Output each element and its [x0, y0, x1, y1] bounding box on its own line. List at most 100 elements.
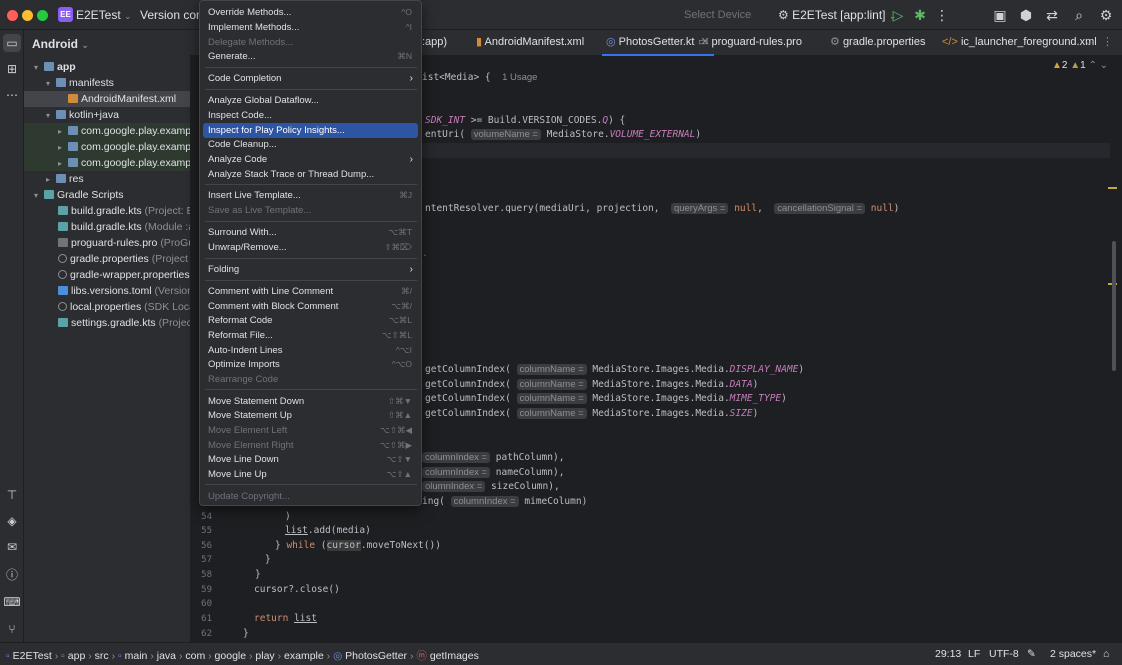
code-style-icon[interactable]: ✎	[1027, 648, 1036, 660]
minimize-window-button[interactable]	[22, 10, 33, 21]
search-icon[interactable]: ⌕	[1070, 6, 1088, 24]
breadcrumb-item[interactable]: E2ETest	[13, 650, 52, 662]
chevron-up-icon[interactable]: ⌃	[1089, 60, 1097, 71]
tree-item-res[interactable]: ▸ res	[24, 171, 190, 187]
tab-overflow-icon[interactable]: ⌄	[1084, 30, 1093, 56]
settings-icon[interactable]: ⚙	[1097, 6, 1115, 24]
breadcrumb-item[interactable]: src	[95, 650, 109, 662]
inspection-widget[interactable]: ▲2 ▲1 ⌃ ⌄	[1052, 60, 1108, 71]
usages-hint[interactable]: 1 Usage	[502, 72, 537, 83]
menu-item-optimize-imports[interactable]: Optimize Imports ^⌥O	[203, 357, 418, 372]
tree-item-androidmanifest[interactable]: AndroidManifest.xml	[24, 91, 190, 107]
menu-item-auto-indent[interactable]: Auto-Indent Lines ^⌥I	[203, 343, 418, 358]
menu-item-line-comment[interactable]: Comment with Line Comment ⌘/	[203, 284, 418, 299]
menu-item-folding[interactable]: Folding ›	[203, 262, 418, 277]
tree-item-app[interactable]: ▾ app	[24, 59, 190, 75]
menu-item-analyze-code[interactable]: Analyze Code ›	[203, 152, 418, 167]
menu-item-reformat-file[interactable]: Reformat File... ⌥⇧⌘L	[203, 328, 418, 343]
menu-item-insert-live-template[interactable]: Insert Live Template... ⌘J	[203, 188, 418, 203]
vertical-scrollbar[interactable]	[1112, 241, 1116, 371]
tree-item-build-gradle-module[interactable]: build.gradle.kts (Module :app	[24, 219, 190, 235]
tree-item-package[interactable]: ▸ com.google.play.example	[24, 155, 190, 171]
breadcrumb-item[interactable]: main	[125, 650, 148, 662]
sdk-manager-icon[interactable]: ⬢	[1017, 6, 1035, 24]
tree-item-kotlin-java[interactable]: ▾ kotlin+java	[24, 107, 190, 123]
tree-item-gradle-properties[interactable]: gradle.properties (Project Pr	[24, 251, 190, 267]
menu-item-block-comment[interactable]: Comment with Block Comment ⌥⌘/	[203, 299, 418, 314]
project-tool-icon[interactable]: ▭	[3, 34, 21, 52]
tree-item-libs-versions[interactable]: libs.versions.toml (Version Ca	[24, 283, 190, 299]
breadcrumb-item[interactable]: app	[68, 650, 86, 662]
build-variants-icon[interactable]: ⊤	[3, 486, 21, 504]
terminal-icon[interactable]: ⌨	[3, 593, 21, 611]
indent-setting[interactable]: 2 spaces*	[1050, 648, 1096, 660]
close-window-button[interactable]	[7, 10, 18, 21]
menu-item-move-line-down[interactable]: Move Line Down ⌥⇧▼	[203, 452, 418, 467]
tab-gradle-properties[interactable]: ⚙ gradle.properties	[830, 30, 926, 56]
line-separator[interactable]: LF	[968, 648, 980, 660]
run-configuration-selector[interactable]: ⚙ E2ETest [app:lint] ⌄	[778, 8, 896, 22]
more-actions-icon[interactable]: ⋮	[933, 6, 951, 24]
tab-androidmanifest[interactable]: ▮ AndroidManifest.xml	[476, 30, 584, 56]
device-selector[interactable]: Select Device	[684, 9, 751, 21]
structure-tool-icon[interactable]: ⊞	[3, 60, 21, 78]
menu-item-inspect-code[interactable]: Inspect Code...	[203, 108, 418, 123]
menu-item-unwrap-remove[interactable]: Unwrap/Remove... ⇧⌘⌦	[203, 240, 418, 255]
menu-item-move-statement-down[interactable]: Move Statement Down ⇧⌘▼	[203, 394, 418, 409]
submenu-arrow-icon: ›	[409, 154, 413, 165]
breadcrumb-item[interactable]: com	[185, 650, 205, 662]
breadcrumb-item[interactable]: java	[157, 650, 176, 662]
version-control-widget[interactable]: Version control	[140, 8, 200, 22]
tab-proguard[interactable]: ▭ proguard-rules.pro	[698, 30, 802, 56]
menu-item-code-cleanup[interactable]: Code Cleanup...	[203, 137, 418, 152]
tab-more-icon[interactable]: ⋮	[1102, 30, 1113, 56]
gradle-tool-icon[interactable]: ◈	[3, 512, 21, 530]
app-inspection-icon[interactable]: ✉	[3, 538, 21, 556]
tree-item-local-properties[interactable]: local.properties (SDK Locatio	[24, 299, 190, 315]
run-icon[interactable]: ▷	[889, 6, 907, 24]
menu-item-generate[interactable]: Generate... ⌘N	[203, 49, 418, 64]
more-tools-icon[interactable]: ⋯	[3, 86, 21, 104]
menu-item-analyze-stack-trace[interactable]: Analyze Stack Trace or Thread Dump...	[203, 167, 418, 182]
tree-item-manifests[interactable]: ▾ manifests	[24, 75, 190, 91]
warning-stripe-marker[interactable]	[1108, 187, 1117, 189]
project-view-selector[interactable]: Android ⌄	[32, 37, 89, 51]
tab-photosgetter[interactable]: ◎ PhotosGetter.kt ✕	[602, 30, 714, 56]
problems-icon[interactable]: ⓘ	[3, 566, 21, 584]
menu-item-override-methods[interactable]: Override Methods... ^O	[203, 5, 418, 20]
tree-item-build-gradle-project[interactable]: build.gradle.kts (Project: E2E	[24, 203, 190, 219]
project-switcher[interactable]: E2ETest ⌄	[76, 8, 132, 22]
menu-item-move-line-up[interactable]: Move Line Up ⌥⇧▲	[203, 467, 418, 482]
breadcrumb-item[interactable]: example	[284, 650, 324, 662]
read-only-lock-icon[interactable]: ⌂	[1103, 648, 1109, 660]
file-encoding[interactable]: UTF-8	[989, 648, 1019, 660]
tree-item-settings-gradle[interactable]: settings.gradle.kts (Project S	[24, 315, 190, 331]
folder-icon	[44, 62, 54, 71]
device-manager-icon[interactable]: ▣	[991, 6, 1009, 24]
tree-item-gradle-scripts[interactable]: ▾ Gradle Scripts	[24, 187, 190, 203]
breadcrumb-item[interactable]: google	[215, 650, 247, 662]
sync-gradle-icon[interactable]: ⇄	[1043, 6, 1061, 24]
tab-ic-launcher[interactable]: </> ic_launcher_foreground.xml	[942, 30, 1097, 56]
menu-item-code-completion[interactable]: Code Completion ›	[203, 71, 418, 86]
weak-warning-icon: ▲	[1070, 60, 1081, 71]
zoom-window-button[interactable]	[37, 10, 48, 21]
menu-item-implement-methods[interactable]: Implement Methods... ^I	[203, 20, 418, 35]
menu-item-reformat-code[interactable]: Reformat Code ⌥⌘L	[203, 313, 418, 328]
menu-item-surround-with[interactable]: Surround With... ⌥⌘T	[203, 225, 418, 240]
chevron-down-icon[interactable]: ⌄	[1100, 60, 1108, 71]
tab-app[interactable]: :app)	[422, 30, 447, 56]
breadcrumb-item[interactable]: play	[255, 650, 274, 662]
breadcrumb-item[interactable]: PhotosGetter	[345, 650, 407, 662]
tree-item-package[interactable]: ▸ com.google.play.example	[24, 123, 190, 139]
tree-item-gradle-wrapper[interactable]: gradle-wrapper.properties (C	[24, 267, 190, 283]
tree-item-package[interactable]: ▸ com.google.play.example	[24, 139, 190, 155]
menu-item-analyze-global-dataflow[interactable]: Analyze Global Dataflow...	[203, 93, 418, 108]
debug-icon[interactable]: ✱	[911, 6, 929, 24]
menu-item-move-statement-up[interactable]: Move Statement Up ⇧⌘▲	[203, 408, 418, 423]
breadcrumb-item[interactable]: getImages	[430, 650, 479, 662]
git-icon[interactable]: ⑂	[3, 620, 21, 638]
caret-position[interactable]: 29:13	[935, 648, 961, 660]
tree-item-proguard[interactable]: proguard-rules.pro (ProGua	[24, 235, 190, 251]
menu-item-inspect-play-policy[interactable]: Inspect for Play Policy Insights...	[203, 123, 418, 138]
